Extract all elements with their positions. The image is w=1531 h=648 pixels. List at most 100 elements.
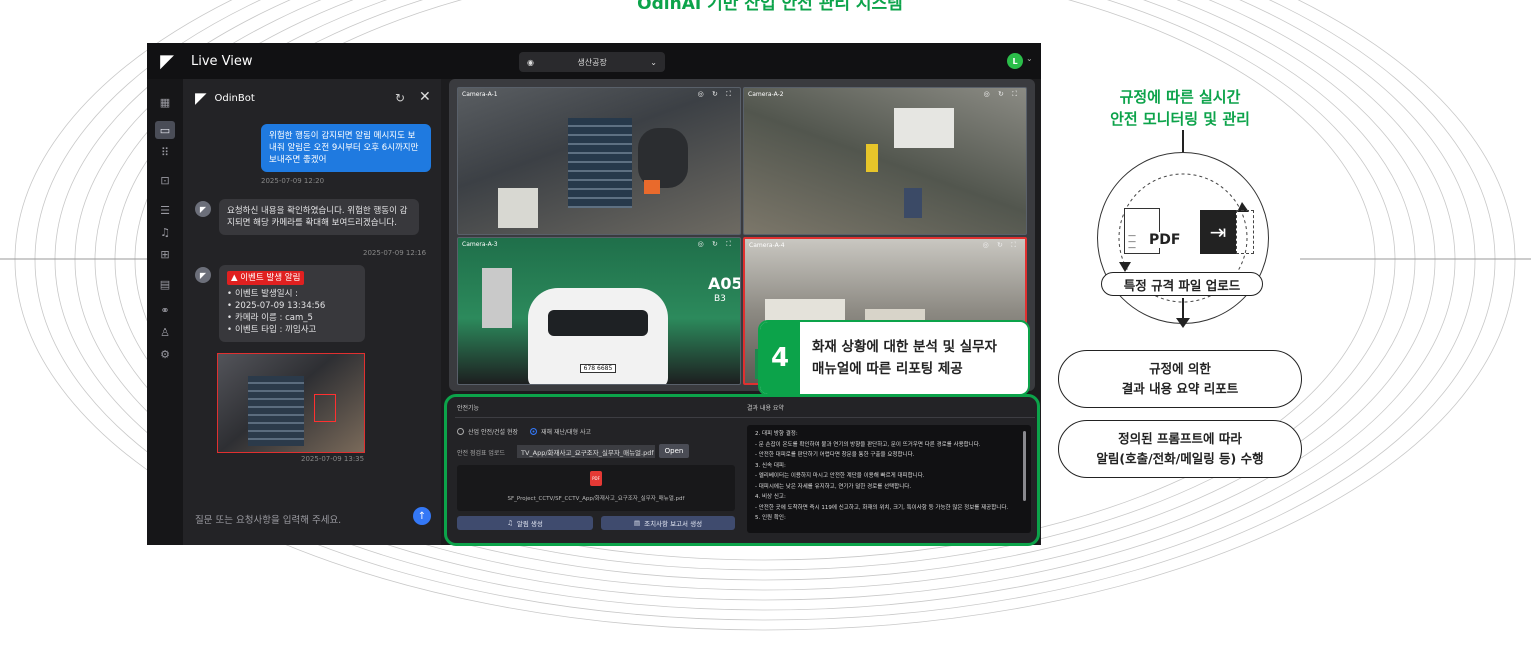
app-logo-icon: ◤ bbox=[160, 50, 174, 72]
callout-line-1: 화재 상황에 대한 분석 및 실무자 bbox=[812, 339, 997, 355]
right-title-line-2: 안전 모니터링 및 관리 bbox=[1110, 110, 1250, 128]
camera-label: Camera-A-1 bbox=[462, 91, 498, 98]
feature-callout: 4 화재 상황에 대한 분석 및 실무자 매뉴얼에 따른 리포팅 제공 bbox=[758, 320, 1030, 396]
camera-feed-1[interactable]: Camera-A-1 ◎ ↻ ⛶ bbox=[457, 87, 741, 235]
location-select[interactable]: ◉ 생산공장 ⌄ bbox=[519, 52, 665, 72]
network-icon[interactable]: ⚭ bbox=[155, 301, 175, 319]
upload-spec-pill: 특정 규격 파일 업로드 bbox=[1101, 272, 1263, 296]
user-settings-icon[interactable]: ♙ bbox=[155, 323, 175, 341]
right-panel-title: 규정에 따른 실시간 안전 모니터링 및 관리 bbox=[1080, 86, 1280, 130]
location-value: 생산공장 bbox=[577, 57, 607, 67]
button-label: 조치사항 보고서 생성 bbox=[644, 520, 703, 528]
alert-item: 이벤트 타입 : 끼임사고 bbox=[227, 324, 357, 336]
create-report-button[interactable]: ▤ 조치사항 보고서 생성 bbox=[601, 516, 735, 530]
result-line: 2. 대피 방향 결정: bbox=[755, 431, 798, 437]
radio-label: 산업 안전/건설 현장 bbox=[468, 429, 518, 436]
button-label: 알림 생성 bbox=[516, 520, 543, 528]
pdf-file-icon: PDF bbox=[590, 471, 602, 486]
arrow-down-icon bbox=[1176, 318, 1190, 328]
alert-item: 이벤트 발생일시 : bbox=[227, 288, 357, 300]
radio-disaster[interactable]: 재해 재난/대형 사고 bbox=[530, 427, 591, 436]
result-scrollbar[interactable] bbox=[1023, 431, 1026, 501]
result-line: - 안전한 대피로를 판단하기 어렵다면 창문을 통한 구출을 요청합니다. bbox=[755, 452, 915, 458]
camera-label: Camera-A-2 bbox=[748, 91, 784, 98]
radio-industrial[interactable]: 산업 안전/건설 현장 bbox=[457, 427, 518, 436]
refresh-icon[interactable]: ↻ bbox=[395, 91, 405, 105]
pdf-file-name: SF_Project_CCTV/SF_CCTV_App/화재사고_요구조자_실무… bbox=[507, 496, 685, 502]
pdf-label: PDF bbox=[1147, 232, 1183, 248]
bot-name: OdinBot bbox=[214, 92, 255, 104]
camera-label: Camera-A-4 bbox=[749, 242, 785, 249]
list-settings-icon[interactable]: ☰ bbox=[155, 201, 175, 219]
license-plate: 678 6685 bbox=[580, 364, 616, 373]
chat-panel: ◤ OdinBot ↻ ✕ 위험한 행동이 감지되면 알림 메시지도 보내줘 알… bbox=[183, 79, 441, 545]
image-search-icon[interactable]: ⊡ bbox=[155, 171, 175, 189]
create-alert-button[interactable]: ♫ 알림 생성 bbox=[457, 516, 593, 530]
chat-input[interactable]: 질문 또는 요청사항을 입력해 주세요. bbox=[183, 493, 441, 545]
safety-function-title: 안전기능 bbox=[457, 405, 480, 412]
result-line: - 안전한 곳에 도착하면 즉시 119에 신고하고, 화재의 위치, 크기, … bbox=[755, 504, 1009, 511]
screen-search-icon[interactable]: ⊞ bbox=[155, 245, 175, 263]
bot-logo-icon: ◤ bbox=[195, 89, 207, 107]
result-line: 4. 비상 신고: bbox=[755, 494, 786, 500]
user-message: 위험한 행동이 감지되면 알림 메시지도 보내줘 알림은 오전 9시부터 오후 … bbox=[261, 124, 431, 172]
radio-label: 재해 재난/대형 사고 bbox=[541, 429, 591, 436]
callout-line-2: 매뉴얼에 따른 리포팅 제공 bbox=[812, 361, 963, 377]
upload-path-field[interactable]: TV_App/화재사고_요구조자_실무자_매뉴얼.pdf bbox=[517, 445, 655, 458]
chart-icon[interactable]: ▤ bbox=[155, 275, 175, 293]
right-title-line-1: 규정에 따른 실시간 bbox=[1119, 88, 1241, 106]
bot-reply: 요청하신 내용을 확인하였습니다. 위험한 행동이 감지되면 해당 카메라를 확… bbox=[219, 199, 419, 235]
camera-tools-icon[interactable]: ◎ ↻ ⛶ bbox=[984, 90, 1020, 99]
result-line: - 문 손잡이 온도를 확인하여 불과 연기의 방향을 판단하고, 문이 뜨거우… bbox=[755, 441, 981, 448]
camera-feed-2[interactable]: Camera-A-2 ◎ ↻ ⛶ bbox=[743, 87, 1027, 235]
event-alert-message: ▲ 이벤트 발생 알림 이벤트 발생일시 : 2025-07-09 13:34:… bbox=[219, 265, 365, 342]
camera-tools-icon[interactable]: ◎ ↻ ⛶ bbox=[698, 90, 734, 99]
safety-panel: 안전기능 결과 내용 요약 산업 안전/건설 현장 재해 재난/대형 사고 안전… bbox=[444, 394, 1040, 546]
connector-line bbox=[1182, 130, 1184, 152]
multi-grid-icon[interactable]: ⠿ bbox=[155, 143, 175, 161]
close-icon[interactable]: ✕ bbox=[419, 89, 431, 105]
arrow-line bbox=[1182, 298, 1184, 320]
box-line: 규정에 의한 bbox=[1149, 361, 1211, 376]
parking-sign: A05 bbox=[708, 274, 741, 293]
report-icon: ▤ bbox=[633, 519, 641, 527]
event-alert-title: ▲ 이벤트 발생 알림 bbox=[227, 271, 305, 285]
avatar-chevron-icon[interactable]: ⌄ bbox=[1026, 54, 1033, 63]
camera-icon[interactable]: ▭ bbox=[155, 121, 175, 139]
box-line: 정의된 프롬프트에 따라 bbox=[1118, 431, 1242, 446]
callout-number: 4 bbox=[760, 322, 800, 394]
gear-icon[interactable]: ⚙ bbox=[155, 345, 175, 363]
chat-header: ◤ OdinBot ↻ ✕ bbox=[183, 79, 441, 117]
safety-type-radios: 산업 안전/건설 현장 재해 재난/대형 사고 bbox=[457, 427, 591, 436]
camera-tools-icon[interactable]: ◎ ↻ ⛶ bbox=[983, 241, 1019, 250]
camera-tools-icon[interactable]: ◎ ↻ ⛶ bbox=[698, 240, 734, 249]
app-topbar: ◤ Live View ◉ 생산공장 ⌄ L ⌄ bbox=[147, 43, 1041, 79]
event-alert-list: 이벤트 발생일시 : 2025-07-09 13:34:56 카메라 이름 : … bbox=[227, 288, 357, 336]
camera-feed-3[interactable]: 678 6685 A05 B3 Camera-A-3 ◎ ↻ ⛶ bbox=[457, 237, 741, 385]
result-line: 3. 신속 대피: bbox=[755, 462, 786, 469]
result-line: - 대피시에는 낮은 자세를 유지하고, 연기가 덜한 경로를 선택합니다. bbox=[755, 483, 912, 490]
bell-icon: ♫ bbox=[507, 519, 513, 527]
pdf-dropzone[interactable]: PDF SF_Project_CCTV/SF_CCTV_App/화재사고_요구조… bbox=[457, 465, 735, 511]
send-button[interactable]: ↑ bbox=[413, 507, 431, 525]
app-title: Live View bbox=[191, 53, 253, 69]
export-target-icon bbox=[1236, 210, 1254, 254]
thumbnail-time: 2025-07-09 13:35 bbox=[301, 455, 365, 463]
box-line: 결과 내용 요약 리포트 bbox=[1121, 381, 1239, 396]
result-summary-title: 결과 내용 요약 bbox=[747, 405, 784, 412]
bot-avatar-icon: ◤ bbox=[195, 267, 211, 283]
user-avatar[interactable]: L bbox=[1007, 53, 1023, 69]
callout-text: 화재 상황에 대한 분석 및 실무자 매뉴얼에 따른 리포팅 제공 bbox=[800, 336, 1028, 380]
parking-sign-level: B3 bbox=[714, 294, 726, 304]
report-summary-box: 규정에 의한 결과 내용 요약 리포트 bbox=[1058, 350, 1302, 408]
user-message-time: 2025-07-09 12:20 bbox=[261, 177, 325, 185]
thumbnail-stairs bbox=[248, 376, 304, 446]
grid-icon[interactable]: ▦ bbox=[155, 93, 175, 111]
result-line: 5. 인원 확인: bbox=[755, 515, 786, 521]
bell-icon[interactable]: ♫ bbox=[155, 223, 175, 241]
event-thumbnail[interactable] bbox=[217, 353, 365, 453]
open-button[interactable]: Open bbox=[659, 444, 689, 458]
detection-box bbox=[314, 394, 336, 422]
result-summary-box: 2. 대피 방향 결정: - 문 손잡이 온도를 확인하여 불과 연기의 방향을… bbox=[747, 425, 1031, 533]
notification-box: 정의된 프롬프트에 따라 알림(호출/전화/메일링 등) 수행 bbox=[1058, 420, 1302, 478]
